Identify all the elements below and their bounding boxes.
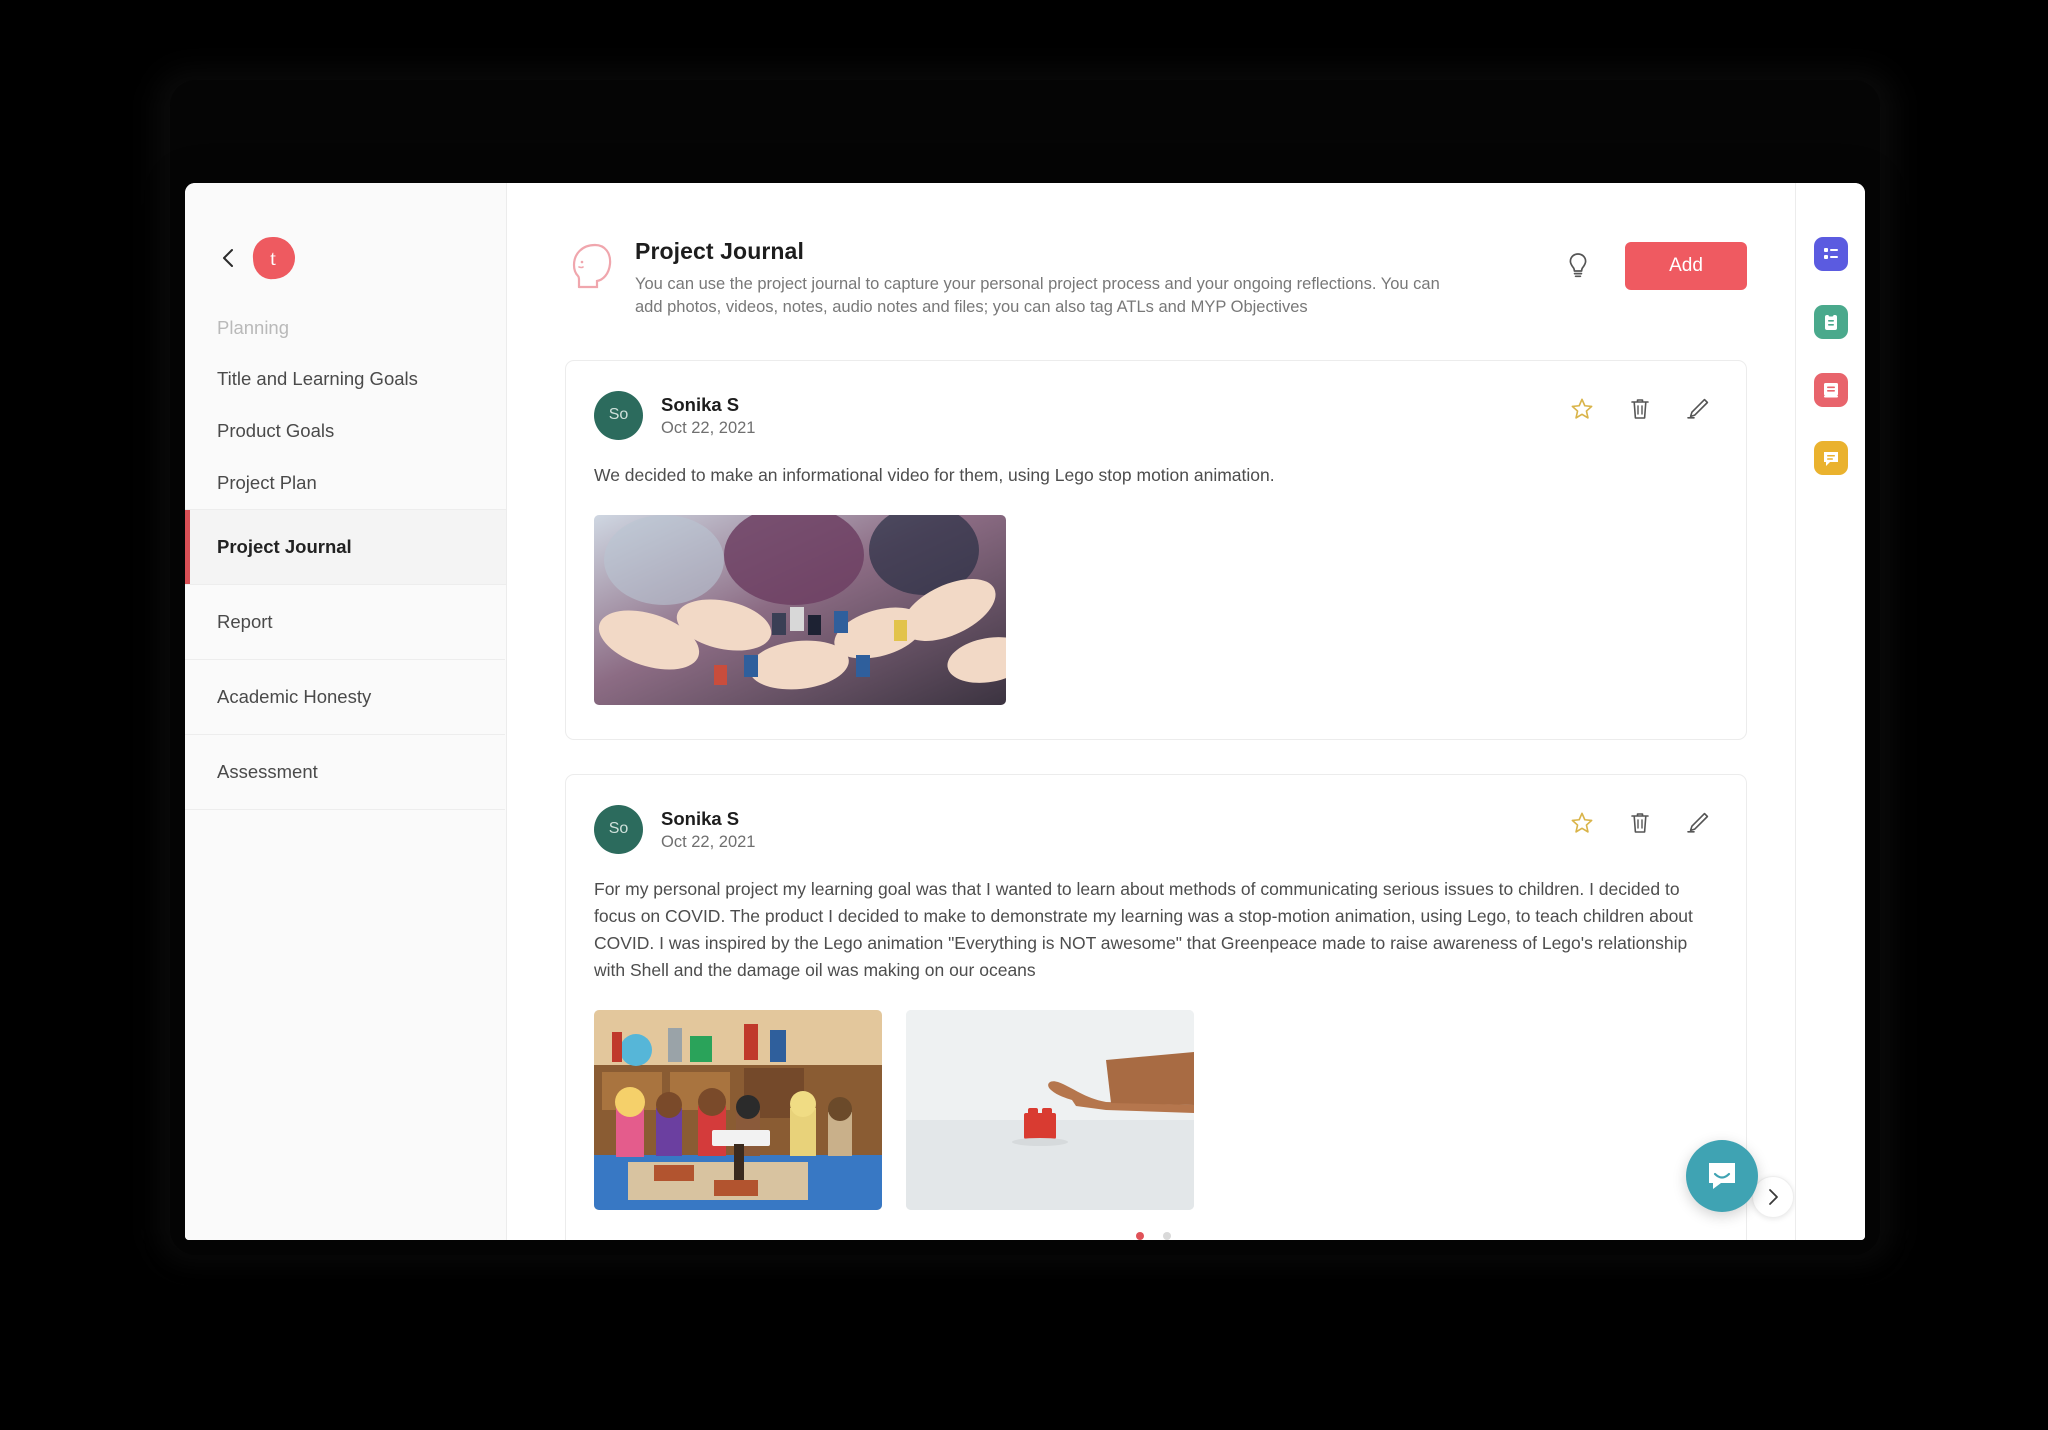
intercom-chat-icon	[1709, 1163, 1735, 1189]
right-icon-rail	[1795, 183, 1865, 1240]
entry-actions	[1568, 391, 1712, 423]
journal-entry-card: So Sonika S Oct 22, 2021	[565, 359, 1747, 740]
entry-image[interactable]	[594, 1010, 882, 1211]
rail-button-book[interactable]	[1813, 373, 1848, 407]
carousel-dot[interactable]	[1162, 1232, 1171, 1240]
star-icon	[1571, 812, 1593, 833]
sidebar-item-product-goals[interactable]: Product Goals	[185, 405, 506, 457]
chevron-right-icon	[1769, 1189, 1778, 1206]
carousel-dots	[594, 1232, 1712, 1240]
sidebar-header: t	[185, 183, 506, 293]
entry-author-name: Sonika S	[661, 393, 740, 415]
entry-text: For my personal project my learning goal…	[594, 878, 1693, 981]
list-panel-icon	[1823, 248, 1838, 259]
star-button[interactable]	[1568, 395, 1596, 423]
rail-button-clipboard[interactable]	[1813, 305, 1848, 339]
sidebar-nav: Planning Title and Learning Goals Produc…	[185, 293, 506, 810]
edit-pencil-icon	[1687, 812, 1709, 833]
sidebar-item-academic-honesty[interactable]: Academic Honesty	[185, 660, 505, 735]
entry-author-block: Sonika S Oct 22, 2021	[661, 805, 755, 852]
app-logo[interactable]: t	[251, 235, 297, 281]
chat-panel-icon	[1823, 452, 1838, 466]
sidebar-item-label: Product Goals	[217, 420, 335, 441]
sidebar-item-label: Academic Honesty	[217, 686, 372, 707]
header-actions: Add	[1561, 238, 1747, 290]
trash-icon	[1631, 399, 1649, 419]
edit-button[interactable]	[1684, 395, 1712, 423]
avatar: So	[594, 390, 643, 440]
rail-button-chat[interactable]	[1813, 441, 1848, 475]
page-header: Project Journal You can use the project …	[507, 183, 1795, 320]
delete-button[interactable]	[1626, 395, 1654, 423]
entry-actions	[1568, 805, 1712, 837]
entry-date: Oct 22, 2021	[661, 418, 756, 437]
entry-author-block: Sonika S Oct 22, 2021	[661, 391, 755, 438]
page-header-text: Project Journal You can use the project …	[635, 238, 1450, 320]
sidebar-item-title-and-learning-goals[interactable]: Title and Learning Goals	[185, 353, 506, 405]
entry-date: Oct 22, 2021	[661, 833, 756, 852]
sidebar-item-assessment[interactable]: Assessment	[185, 735, 505, 810]
star-icon	[1571, 398, 1593, 419]
avatar: So	[594, 804, 643, 854]
sidebar-item-label: Report	[217, 611, 273, 632]
clipboard-panel-icon	[1824, 313, 1837, 330]
carousel-next-button[interactable]	[1752, 1176, 1794, 1219]
sidebar-item-label: Title and Learning Goals	[217, 368, 418, 389]
page-description: You can use the project journal to captu…	[635, 275, 1440, 317]
entry-text: We decided to make an informational vide…	[594, 464, 1275, 485]
star-button[interactable]	[1568, 809, 1596, 837]
entry-image[interactable]	[906, 1010, 1194, 1211]
page-title: Project Journal	[635, 238, 804, 264]
sidebar-section-planning: Planning	[217, 317, 290, 338]
entry-media	[594, 1010, 1712, 1211]
book-panel-icon	[1823, 383, 1838, 398]
screenshot-root: t Planning Title and Learning Goals Prod…	[0, 0, 2048, 1430]
sidebar-item-label: Project Plan	[217, 472, 317, 493]
sidebar-item-report[interactable]: Report	[185, 585, 505, 660]
carousel-dot-active[interactable]	[1135, 1232, 1144, 1240]
journal-entry-card: So Sonika S Oct 22, 2021	[565, 773, 1794, 1240]
entry-header: So Sonika S Oct 22, 2021	[594, 390, 1712, 440]
entry-media	[594, 514, 1712, 705]
add-button[interactable]: Add	[1625, 242, 1747, 290]
chevron-left-icon	[223, 249, 233, 267]
logo-letter: t	[270, 245, 276, 270]
entry-image[interactable]	[594, 514, 1006, 705]
lightbulb-icon	[1569, 253, 1587, 278]
trash-icon	[1631, 813, 1649, 833]
sidebar-item-project-plan[interactable]: Project Plan	[185, 457, 506, 509]
entry-header: So Sonika S Oct 22, 2021	[594, 804, 1712, 854]
chat-launcher-button[interactable]	[1686, 1140, 1758, 1212]
rail-button-list[interactable]	[1813, 237, 1848, 271]
head-profile-icon	[565, 240, 613, 292]
edit-button[interactable]	[1684, 809, 1712, 837]
journal-entry-list: So Sonika S Oct 22, 2021 We decided to m…	[507, 320, 1795, 1240]
main-content: Project Journal You can use the project …	[507, 183, 1795, 1240]
sidebar-item-project-journal[interactable]: Project Journal	[185, 509, 506, 585]
entry-author-name: Sonika S	[661, 807, 740, 829]
sidebar-item-label: Assessment	[217, 761, 318, 782]
sidebar: t Planning Title and Learning Goals Prod…	[185, 183, 507, 1240]
app-window: t Planning Title and Learning Goals Prod…	[185, 183, 1865, 1240]
main-scroll-area[interactable]: Project Journal You can use the project …	[507, 183, 1795, 1240]
edit-pencil-icon	[1687, 398, 1709, 419]
delete-button[interactable]	[1626, 809, 1654, 837]
hint-button[interactable]	[1561, 249, 1595, 283]
back-button[interactable]	[217, 247, 239, 269]
sidebar-item-label: Project Journal	[217, 536, 352, 557]
